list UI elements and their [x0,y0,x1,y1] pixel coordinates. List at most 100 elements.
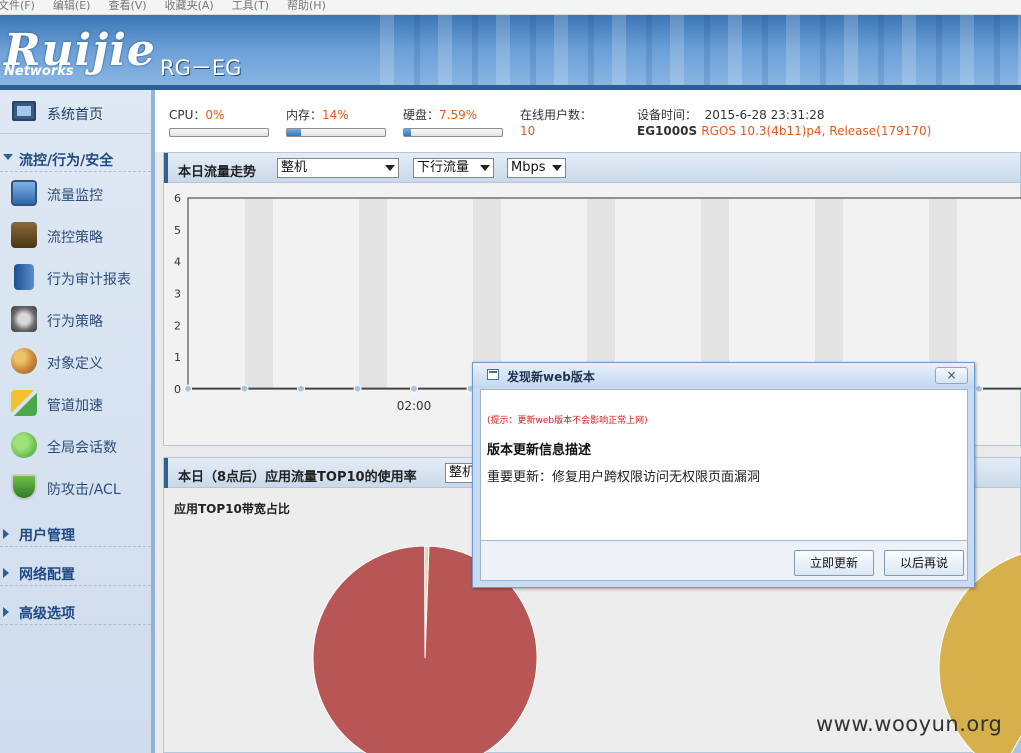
sidebar-item-pipe-acceleration[interactable]: 管道加速 [0,383,151,423]
chevron-down-icon [480,165,490,171]
y-tick-label: 2 [174,319,181,332]
cpu-stat: CPU：0% [169,106,224,123]
device-time: 设备时间： 2015-6-28 23:31:28 [637,106,824,123]
banner-decoration [380,15,1021,90]
divider [0,546,151,547]
sidebar-item-traffic-monitor[interactable]: 流量监控 [0,173,151,213]
cpu-value: 0% [205,108,225,122]
sidebar-item-anti-attack-acl[interactable]: 防攻击/ACL [0,467,151,507]
close-button[interactable]: × [935,367,968,384]
y-tick-label: 1 [174,351,181,364]
sidebar-item-global-sessions[interactable]: 全局会话数 [0,425,151,465]
update-heading: 版本更新信息描述 [487,443,592,458]
data-point [297,384,305,393]
scope-select-value: 整机 [281,160,308,175]
menu-help[interactable]: 帮助(H) [287,0,326,12]
memory-stat: 内存：14% [286,106,349,123]
unit-select[interactable]: Mbps [507,158,566,178]
system-status-bar: CPU：0% 内存：14% 硬盘：7.59% 在线用户数： 10 设备时间： 2… [155,90,1021,152]
y-tick-label: 0 [174,383,181,396]
watermark: www.wooyun.org [816,712,1003,736]
sidebar-item-behavior-policy[interactable]: 行为策略 [0,299,151,339]
sidebar-home-label: 系统首页 [47,107,103,123]
data-point [240,384,249,393]
update-message: 重要更新：修复用户跨权限访问无权限页面漏洞 [487,470,761,485]
monitor-icon [12,101,36,121]
divider [0,585,151,586]
menu-favorites[interactable]: 收藏夹(A) [165,0,214,12]
report-book-icon [14,264,34,290]
grid-band [245,199,273,389]
sidebar-section-user-management[interactable]: 用户管理 [0,519,151,547]
sidebar-item-label: 行为审计报表 [47,272,131,288]
update-tip: (提示：更新web版本不会影响正常上网) [487,416,648,426]
data-point [184,384,192,393]
sidebar-section-label: 流控/行为/安全 [19,153,114,169]
sidebar-section-network-config[interactable]: 网络配置 [0,558,151,586]
divider [0,171,151,172]
update-now-button[interactable]: 立即更新 [794,550,874,576]
dialog-body: (提示：更新web版本不会影响正常上网) 版本更新信息描述 重要更新：修复用户跨… [480,389,968,541]
remind-later-button[interactable]: 以后再说 [884,550,964,576]
sidebar-item-label: 对象定义 [47,356,103,372]
sidebar-section-flow-control[interactable]: 流控/行为/安全 [0,144,151,172]
data-point [353,384,362,393]
sidebar-item-home[interactable]: 系统首页 [0,90,151,134]
product-name: RG－EG [160,56,242,80]
sidebar-section-label: 高级选项 [19,606,75,622]
grid-band [473,199,501,389]
data-point [975,384,983,393]
disk-value: 7.59% [439,108,478,122]
y-tick-label: 3 [174,288,181,301]
memory-value: 14% [322,108,349,122]
direction-select[interactable]: 下行流量 [413,158,494,178]
panel-title: 本日流量走势 [178,165,257,180]
palette-icon [11,348,37,374]
cpu-label: CPU： [169,108,206,122]
grid-band [587,199,615,389]
shield-icon [11,474,37,500]
sidebar-section-label: 网络配置 [19,567,75,583]
menu-file[interactable]: 文件(F) [0,0,35,12]
gear-icon [11,306,37,332]
header-banner: Ruijie Networks RG－EG [0,15,1021,90]
device-time-label: 设备时间： [637,108,698,122]
sidebar-section-advanced[interactable]: 高级选项 [0,597,151,625]
model-name: EG1000S [637,124,698,138]
collapsed-triangle-icon [3,568,9,578]
online-users-value: 10 [520,124,536,138]
sidebar-item-flow-policy[interactable]: 流控策略 [0,215,151,255]
y-tick-label: 5 [174,224,181,237]
collapsed-triangle-icon [3,529,9,539]
disk-progress [403,128,503,137]
disk-label: 硬盘： [403,108,440,122]
flow-policy-icon [11,222,37,248]
collapsed-triangle-icon [3,607,9,617]
sidebar: 系统首页 流控/行为/安全 流量监控 流控策略 行为审计报表 行为策略 对象定义… [0,90,155,753]
y-tick-label: 6 [174,192,181,205]
memory-progress-fill [287,129,301,136]
grid-band [359,199,387,389]
memory-progress [286,128,386,137]
disk-progress-fill [404,129,412,136]
grid-band [815,199,843,389]
sidebar-item-object-definition[interactable]: 对象定义 [0,341,151,381]
memory-label: 内存： [286,108,323,122]
chevron-down-icon [385,165,395,171]
disk-stat: 硬盘：7.59% [403,106,477,123]
firmware-version: RGOS 10.3(4b11)p4, Release(179170) [701,124,932,138]
scope-select[interactable]: 整机 [277,158,399,178]
y-tick-label: 4 [174,256,181,269]
sidebar-item-audit-report[interactable]: 行为审计报表 [0,257,151,297]
menu-edit[interactable]: 编辑(E) [53,0,91,12]
grid-band [701,199,729,389]
menu-view[interactable]: 查看(V) [108,0,146,12]
direction-select-value: 下行流量 [417,160,470,175]
sidebar-item-label: 流量监控 [47,188,103,204]
data-point [410,384,418,393]
grid-band [929,199,957,389]
menu-tools[interactable]: 工具(T) [232,0,269,12]
sidebar-section-label: 用户管理 [19,528,75,544]
dialog-titlebar[interactable]: 发现新web版本 × [473,363,974,388]
sidebar-item-label: 全局会话数 [47,440,117,456]
